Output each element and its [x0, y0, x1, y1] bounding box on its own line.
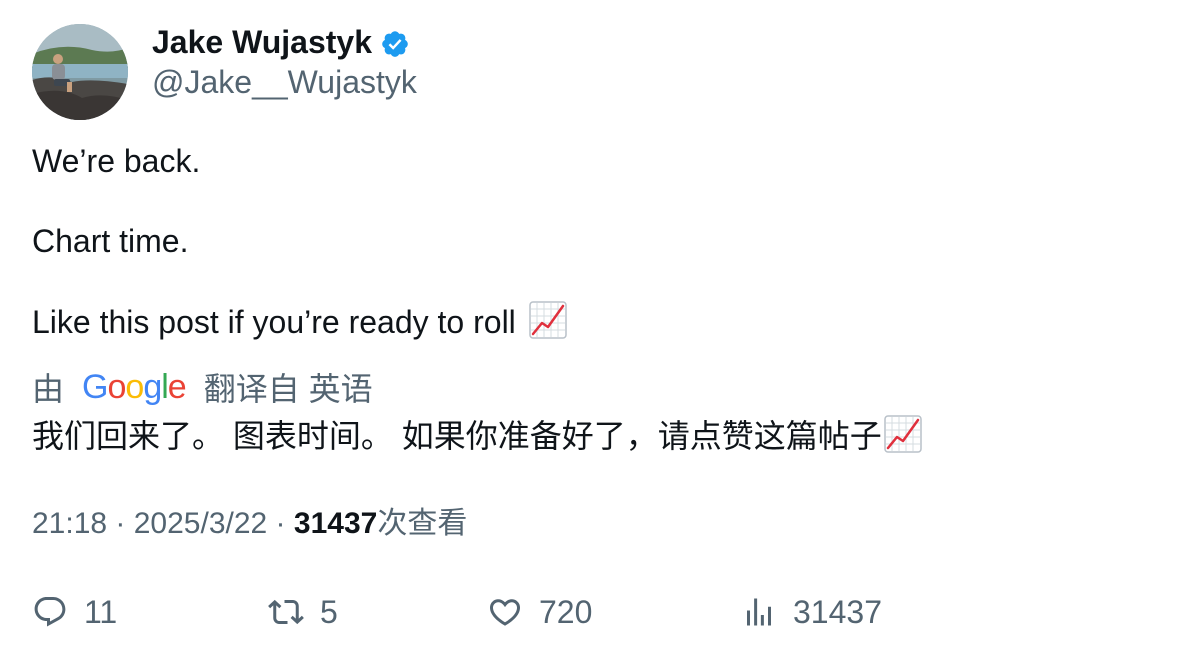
translated-text: 我们回来了。 图表时间。 如果你准备好了，请点赞这篇帖子 [32, 415, 922, 456]
translated-text-body: 我们回来了。 图表时间。 如果你准备好了，请点赞这篇帖子 [32, 418, 882, 454]
post-time[interactable]: 21:18 [32, 507, 107, 540]
post-text-line-3: Like this post if you’re ready to roll [32, 301, 567, 342]
avatar-photo [32, 24, 128, 120]
post-text-line-2: Chart time. [32, 223, 189, 259]
views-count: 31437 [293, 507, 378, 540]
google-logo: Google [82, 368, 187, 406]
translation-attribution: 由 Google 翻译自 英语 [32, 367, 373, 407]
post-header: Jake Wujastyk @Jake__Wujastyk [32, 24, 417, 120]
reply-count: 11 [84, 593, 118, 630]
views-label: 次查看 [377, 507, 468, 540]
views-button[interactable]: 31437 [741, 590, 882, 634]
display-name[interactable]: Jake Wujastyk [152, 24, 372, 60]
post-date[interactable]: 2025/3/22 [134, 507, 267, 540]
analytics-icon [747, 598, 771, 626]
heart-icon [489, 599, 521, 626]
meta-separator: · [267, 507, 294, 540]
views-count-action: 31437 [793, 593, 882, 630]
like-button[interactable]: 720 [487, 590, 592, 634]
reply-button[interactable]: 11 [32, 590, 117, 634]
post-text-line-3-text: Like this post if you’re ready to roll [32, 304, 516, 340]
like-count: 720 [539, 593, 593, 630]
avatar[interactable] [32, 24, 128, 120]
repost-button[interactable]: 5 [268, 590, 338, 634]
repost-icon [268, 599, 304, 625]
reply-icon [34, 597, 66, 627]
user-handle[interactable]: @Jake__Wujastyk [152, 62, 417, 102]
translation-prefix: 由 [32, 371, 65, 407]
chart-increasing-emoji [528, 301, 567, 339]
post-meta: 21:18 · 2025/3/22 · 31437次查看 [32, 504, 467, 544]
meta-separator: · [107, 507, 134, 540]
chart-increasing-emoji [884, 415, 922, 453]
translation-suffix[interactable]: 翻译自 英语 [204, 364, 373, 410]
post-text-line-1: We’re back. [32, 143, 201, 179]
repost-count: 5 [320, 593, 338, 630]
action-bar: 11 5 720 31437 [32, 590, 1164, 634]
verified-badge-icon [380, 29, 410, 59]
